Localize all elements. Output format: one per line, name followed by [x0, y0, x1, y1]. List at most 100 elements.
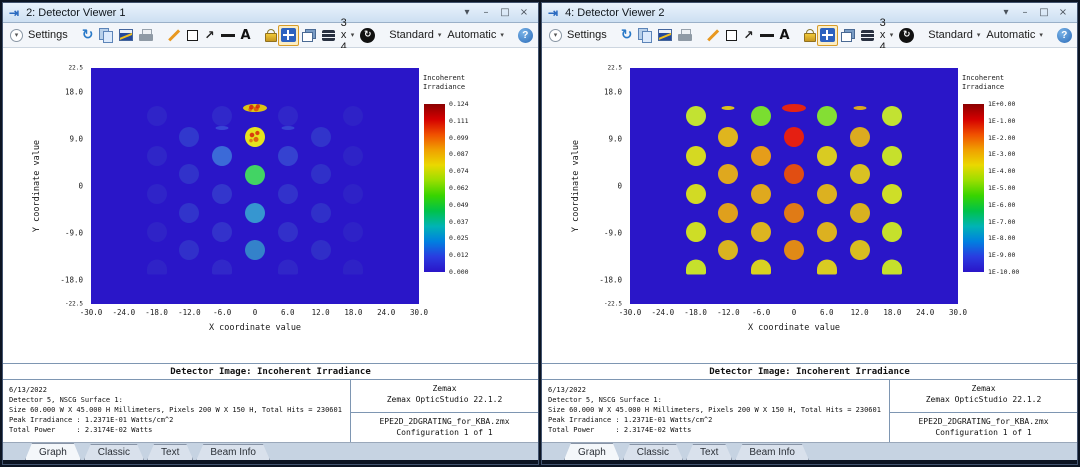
- tab-text[interactable]: Text: [147, 444, 193, 460]
- tab-beam-info[interactable]: Beam Info: [735, 444, 809, 460]
- standard-dropdown[interactable]: Standard ▾: [386, 25, 444, 46]
- settings-button[interactable]: ▾ Settings: [7, 25, 71, 46]
- stack-button[interactable]: [858, 25, 877, 46]
- x-tick-label: 30.0: [949, 308, 967, 317]
- y-tick-label: 0: [617, 182, 622, 191]
- loop-button[interactable]: ↻: [896, 25, 917, 46]
- detector-spot: [245, 127, 265, 147]
- info-panel: 6/13/2022Detector 5, NSCG Surface 1:Size…: [542, 380, 1077, 442]
- loop-button[interactable]: ↻: [357, 25, 378, 46]
- close-button[interactable]: ×: [1055, 5, 1071, 20]
- refresh-button[interactable]: ↻: [79, 25, 97, 46]
- lock-button[interactable]: [262, 25, 278, 46]
- desktop: ⇥ 2: Detector Viewer 1 ▾ – □ × ▾ Setting…: [0, 0, 1080, 467]
- detector-viewer-window: ⇥ 4: Detector Viewer 2 ▾ – □ × ▾ Setting…: [541, 2, 1078, 465]
- detector-spot: [278, 106, 298, 126]
- help-button[interactable]: ?: [515, 25, 536, 46]
- overlay-windows-button[interactable]: [299, 25, 319, 46]
- add-text-button[interactable]: A: [777, 25, 793, 46]
- dock-icon: ⇥: [548, 7, 558, 19]
- stack-button[interactable]: [319, 25, 338, 46]
- brand-box: Zemax Zemax OpticStudio 22.1.2: [890, 380, 1077, 412]
- draw-pencil-button[interactable]: [703, 25, 723, 46]
- toolbar: ▾ Settings ↻ ↗ A 3 x 4 ▾ ↻: [3, 23, 538, 48]
- fit-window-button[interactable]: [817, 25, 838, 46]
- detector-spot: [784, 164, 804, 184]
- detector-spot: [751, 222, 771, 242]
- detector-spot: [311, 164, 331, 184]
- copy-button[interactable]: [635, 25, 655, 46]
- add-text-button[interactable]: A: [238, 25, 254, 46]
- grid-size-dropdown[interactable]: 3 x 4 ▾: [338, 25, 358, 46]
- colorbar-ticks: 1E+0.001E-1.001E-2.001E-3.001E-4.001E-5.…: [963, 104, 1043, 272]
- minimize-button[interactable]: –: [1017, 5, 1033, 20]
- detector-spot: [882, 222, 902, 242]
- detector-spot: [718, 164, 738, 184]
- tab-classic[interactable]: Classic: [623, 444, 683, 460]
- save-image-button[interactable]: [655, 25, 675, 46]
- copy-button[interactable]: [96, 25, 116, 46]
- x-tick-label: 12.0: [851, 308, 869, 317]
- draw-pencil-button[interactable]: [164, 25, 184, 46]
- window-menu-button[interactable]: ▾: [998, 5, 1014, 20]
- overlay-windows-button[interactable]: [838, 25, 858, 46]
- minimize-button[interactable]: –: [478, 5, 494, 20]
- x-tick-label: 18.0: [344, 308, 362, 317]
- maximize-button[interactable]: □: [1036, 5, 1052, 20]
- draw-rectangle-button[interactable]: [184, 25, 201, 46]
- window-menu-button[interactable]: ▾: [459, 5, 475, 20]
- y-tick-label: 18.0: [604, 87, 622, 96]
- help-button[interactable]: ?: [1054, 25, 1075, 46]
- detector-viewer-window: ⇥ 2: Detector Viewer 1 ▾ – □ × ▾ Setting…: [2, 2, 539, 465]
- tab-beam-info[interactable]: Beam Info: [196, 444, 270, 460]
- tab-graph[interactable]: Graph: [25, 443, 81, 460]
- x-tick-label: -24.0: [113, 308, 136, 317]
- colorbar-tick-label: 1E-9.00: [988, 251, 1015, 259]
- tab-classic[interactable]: Classic: [84, 444, 144, 460]
- window-titlebar: ⇥ 4: Detector Viewer 2 ▾ – □ ×: [542, 3, 1077, 23]
- colorbar-tick-label: 0.087: [449, 150, 469, 158]
- configuration-label: Configuration 1 of 1: [351, 427, 538, 438]
- y-tick-label: -22.5: [604, 301, 622, 308]
- detector-spot: [784, 240, 804, 260]
- x-tick-label: 24.0: [916, 308, 934, 317]
- toolbar: ▾ Settings ↻ ↗ A 3 x 4 ▾ ↻: [542, 23, 1077, 48]
- refresh-button[interactable]: ↻: [618, 25, 636, 46]
- settings-button[interactable]: ▾ Settings: [546, 25, 610, 46]
- detector-spot: [882, 146, 902, 166]
- detector-spot: [311, 127, 331, 147]
- refresh-icon: ↻: [621, 28, 633, 42]
- draw-arrow-button[interactable]: ↗: [201, 25, 217, 46]
- grid-size-dropdown[interactable]: 3 x 4 ▾: [877, 25, 897, 46]
- tab-text[interactable]: Text: [686, 444, 732, 460]
- x-tick-label: 0: [792, 308, 797, 317]
- detector-spot: [281, 126, 294, 130]
- y-tick-label: 9.0: [69, 134, 83, 143]
- print-button[interactable]: [675, 25, 695, 46]
- colorbar-tick-label: 1E-3.00: [988, 150, 1015, 158]
- draw-line-button[interactable]: [757, 25, 777, 46]
- y-tick-label: 22.5: [69, 65, 83, 72]
- x-axis-label: X coordinate value: [91, 323, 419, 333]
- print-button[interactable]: [136, 25, 156, 46]
- line-icon: [760, 34, 774, 37]
- fit-window-button[interactable]: [278, 25, 299, 46]
- draw-line-button[interactable]: [218, 25, 238, 46]
- save-image-button[interactable]: [116, 25, 136, 46]
- legend-title-line2: Irradiance: [962, 83, 1004, 92]
- x-tick-label: -24.0: [652, 308, 675, 317]
- close-button[interactable]: ×: [516, 5, 532, 20]
- automatic-dropdown[interactable]: Automatic ▾: [983, 25, 1045, 46]
- lock-button[interactable]: [801, 25, 817, 46]
- draw-rectangle-button[interactable]: [723, 25, 740, 46]
- standard-dropdown[interactable]: Standard ▾: [925, 25, 983, 46]
- maximize-button[interactable]: □: [497, 5, 513, 20]
- pencil-icon: [706, 28, 720, 42]
- draw-arrow-button[interactable]: ↗: [740, 25, 756, 46]
- y-tick-label: 18.0: [65, 87, 83, 96]
- automatic-dropdown[interactable]: Automatic ▾: [444, 25, 506, 46]
- tab-graph[interactable]: Graph: [564, 443, 620, 460]
- detector-spot: [212, 184, 232, 204]
- detector-spot: [343, 184, 363, 204]
- automatic-label: Automatic: [447, 29, 496, 41]
